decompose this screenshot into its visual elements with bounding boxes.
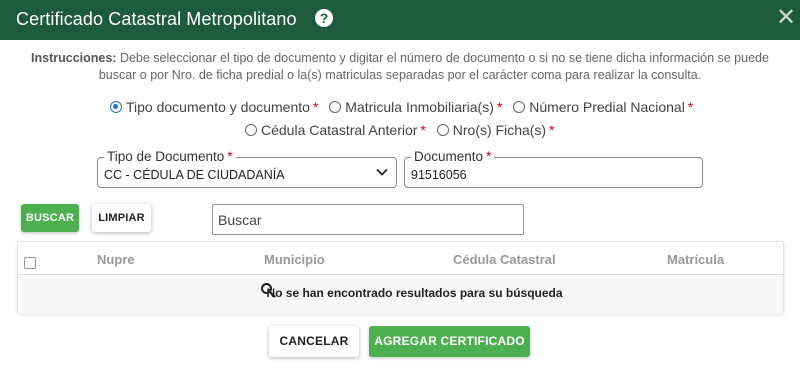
select-all-checkbox[interactable] — [24, 257, 36, 269]
instructions: Instrucciones: Debe seleccionar el tipo … — [20, 50, 780, 84]
column-header-cedula-catastral[interactable]: Cédula Catastral — [453, 252, 556, 267]
table-search-input[interactable] — [212, 204, 524, 235]
radio-option-tipo-documento[interactable]: Tipo documento y documento * — [110, 99, 318, 115]
doc-type-select[interactable]: Tipo de Documento * CC - CÉDULA DE CIUDAD… — [97, 149, 397, 188]
search-button[interactable]: BUSCAR — [21, 204, 79, 232]
radio-label: Número Predial Nacional — [529, 99, 685, 115]
doc-type-label: Tipo de Documento * — [104, 149, 236, 165]
table-header: Nupre Municipio Cédula Catastral Matrícu… — [18, 242, 783, 275]
radio-button[interactable] — [329, 101, 342, 113]
results-table: Nupre Municipio Cédula Catastral Matrícu… — [17, 241, 784, 314]
radio-button[interactable] — [245, 124, 257, 136]
column-header-matricula[interactable]: Matrícula — [667, 252, 724, 267]
clear-button[interactable]: LIMPIAR — [92, 204, 151, 232]
empty-state-row: No se han encontrado resultados para su … — [18, 276, 783, 314]
document-value: 91516056 — [411, 168, 467, 182]
chevron-down-icon — [376, 168, 388, 176]
help-icon[interactable]: ? — [315, 9, 333, 27]
doc-type-value: CC - CÉDULA DE CIUDADANÍA — [104, 168, 285, 182]
radio-label: Matricula Inmobiliaria(s) — [345, 99, 494, 115]
radio-label: Cédula Catastral Anterior — [261, 122, 418, 138]
radio-button[interactable] — [513, 101, 526, 113]
radio-option-ficha[interactable]: Nro(s) Ficha(s) * — [436, 122, 555, 138]
radio-option-numero-predial[interactable]: Número Predial Nacional * — [513, 99, 693, 115]
radio-button[interactable] — [436, 124, 449, 136]
column-header-municipio[interactable]: Municipio — [264, 252, 325, 267]
instructions-label: Instrucciones: — [31, 51, 117, 65]
required-mark: * — [549, 122, 555, 138]
radio-label: Tipo documento y documento — [126, 99, 310, 115]
empty-state-message: No se han encontrado resultados para su … — [266, 286, 563, 300]
cancel-button[interactable]: CANCELAR — [269, 326, 359, 357]
dialog-title: Certificado Catastral Metropolitano — [16, 9, 297, 29]
column-header-nupre[interactable]: Nupre — [97, 252, 135, 267]
add-certificate-button[interactable]: AGREGAR CERTIFICADO — [369, 326, 530, 357]
instructions-text: Debe seleccionar el tipo de documento y … — [98, 51, 769, 82]
radio-option-cedula-catastral[interactable]: Cédula Catastral Anterior * — [245, 122, 426, 138]
radio-label: Nro(s) Ficha(s) — [452, 122, 547, 138]
document-field[interactable]: Documento * 91516056 — [404, 149, 703, 188]
required-mark: * — [496, 99, 503, 115]
required-mark: * — [687, 99, 694, 115]
dialog-header: Certificado Catastral Metropolitano ? ✕ — [0, 0, 800, 40]
required-mark: * — [420, 122, 426, 138]
required-mark: * — [312, 99, 319, 115]
search-type-row-1: Tipo documento y documento * Matricula In… — [110, 99, 700, 116]
close-icon[interactable]: ✕ — [775, 5, 797, 31]
radio-option-matricula[interactable]: Matricula Inmobiliaria(s) * — [329, 99, 502, 115]
search-type-row-2: Cédula Catastral Anterior * Nro(s) Ficha(… — [245, 122, 562, 139]
document-label: Documento * — [411, 149, 495, 165]
radio-button[interactable] — [110, 101, 122, 113]
